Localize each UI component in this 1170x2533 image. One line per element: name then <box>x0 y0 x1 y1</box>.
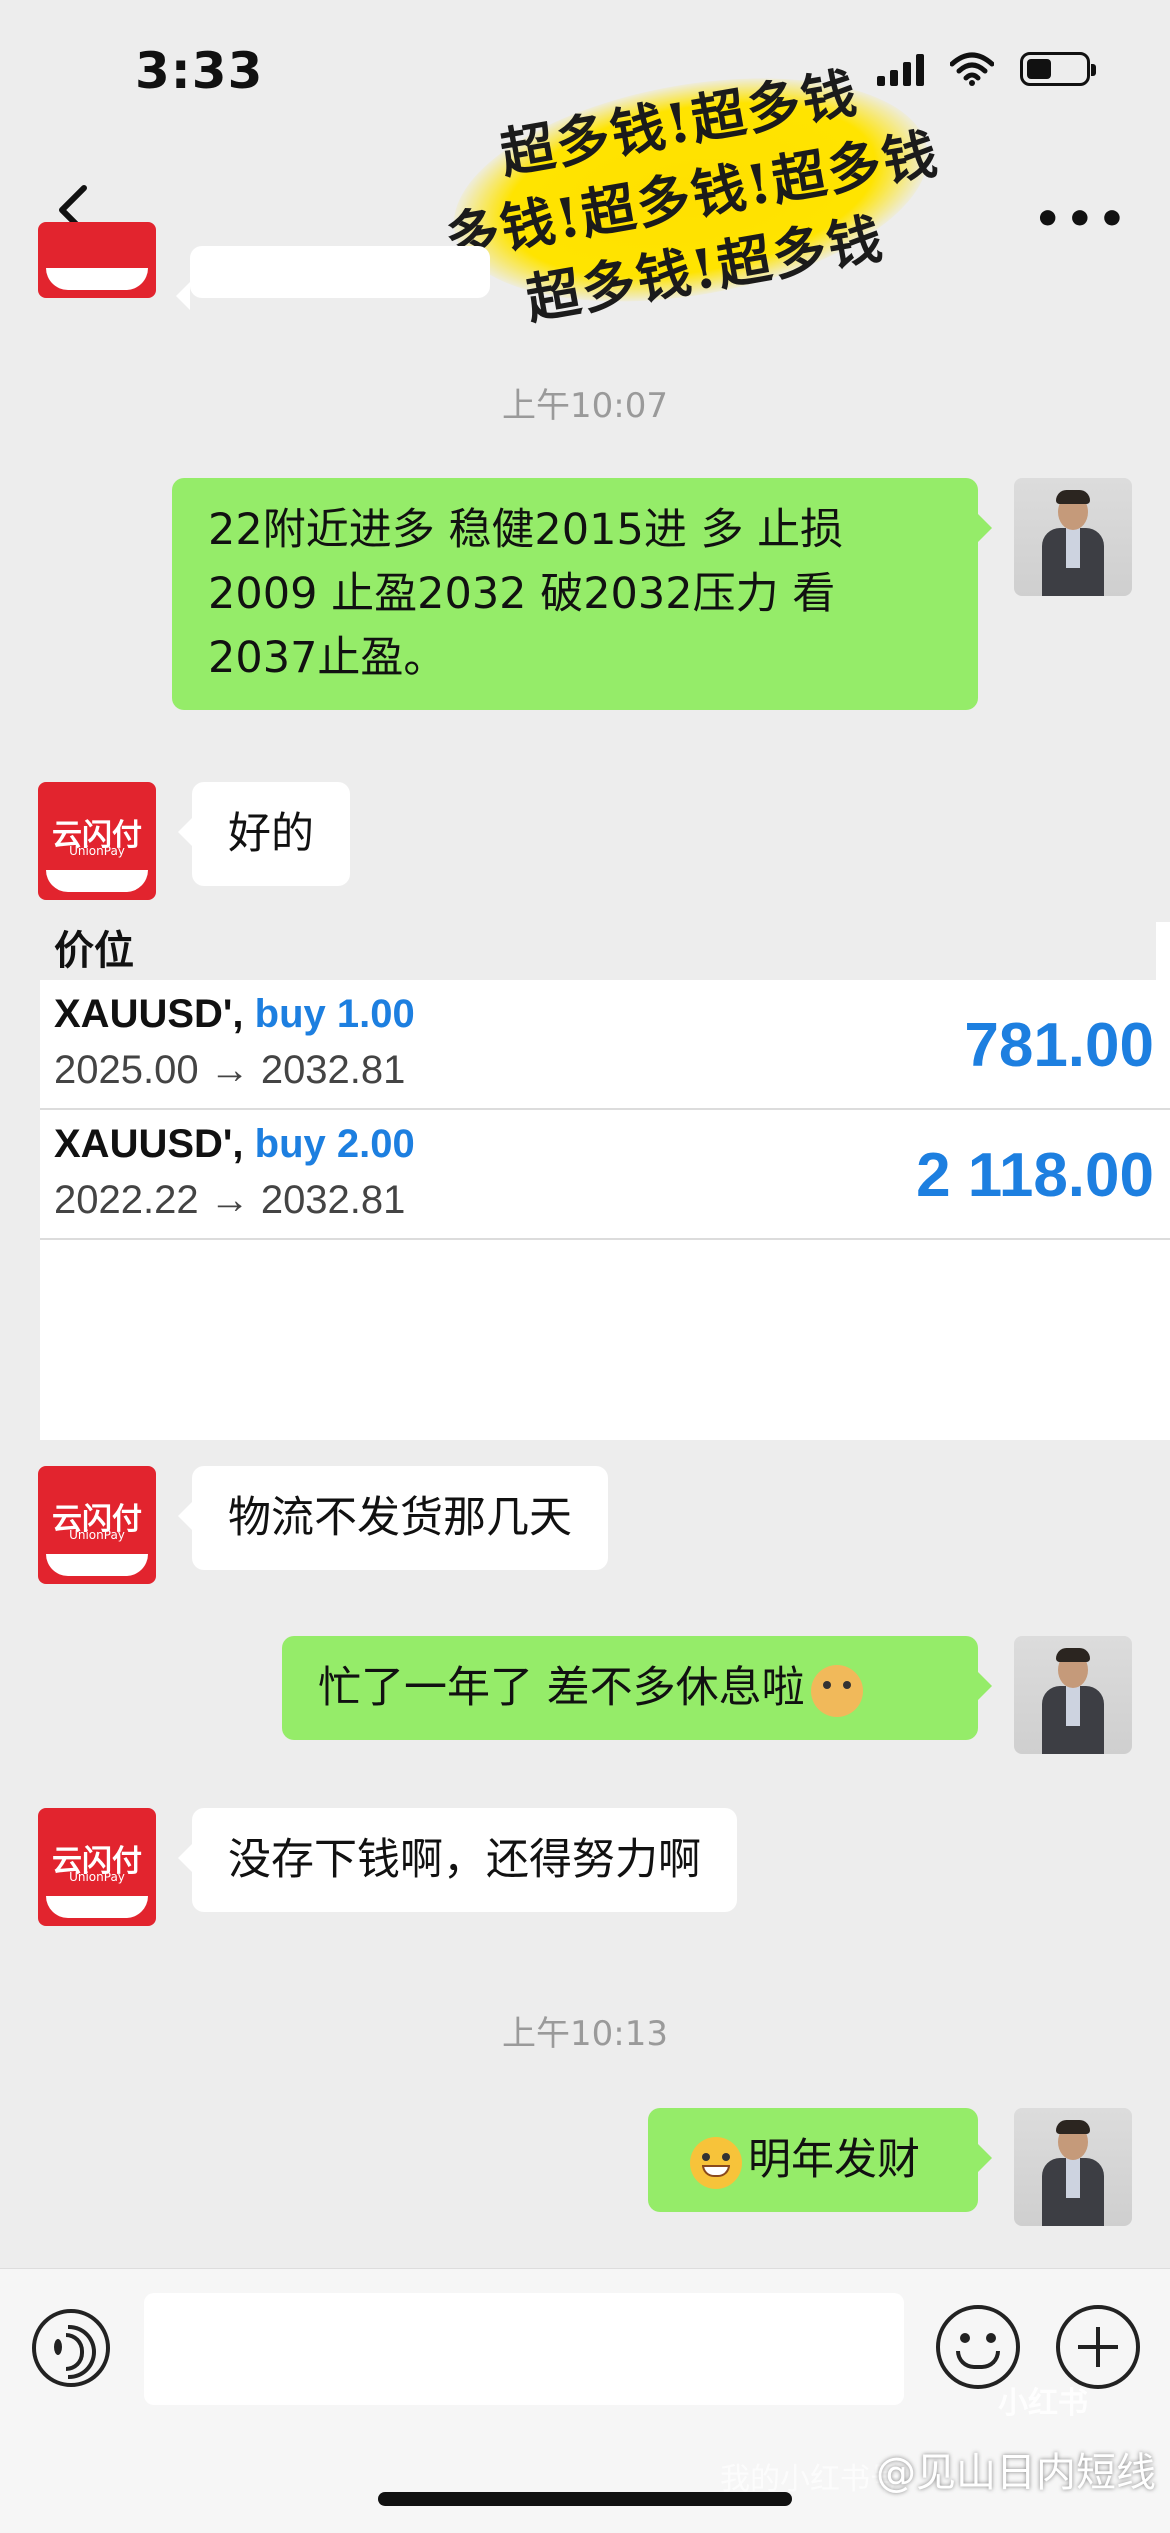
avatar-brand-sub: UnionPay <box>69 1528 125 1542</box>
trade-symbol: XAUUSD', <box>54 1122 244 1166</box>
doge-emoji-icon <box>810 1664 863 1717</box>
contact-avatar[interactable]: 云闪付 UnionPay <box>38 1808 156 1926</box>
message-bubble-outgoing[interactable]: 明年发财 <box>648 2108 992 2212</box>
trade-profit: 781.00 <box>964 1011 1154 1080</box>
trade-prices: 2022.22 → 2032.81 <box>54 1178 406 1222</box>
timestamp: 上午10:13 <box>502 2014 668 2054</box>
message-bubble-incoming[interactable]: 物流不发货那几天 <box>178 1466 608 1570</box>
message-bubble-incoming[interactable] <box>176 246 490 310</box>
my-avatar[interactable] <box>1014 478 1132 596</box>
xiaohongshu-logo: 小红书 <box>998 2386 1088 2421</box>
contact-avatar[interactable] <box>38 222 156 298</box>
timestamp: 上午10:07 <box>502 386 668 426</box>
grin-emoji-icon <box>690 2136 742 2189</box>
more-actions-plus-icon[interactable] <box>1056 2305 1140 2389</box>
message-text: 忙了一年了 差不多休息啦 <box>318 1663 805 1713</box>
watermark-handle: @见山日内短线 <box>876 2450 1156 2496</box>
trade-symbol-line: XAUUSD', buy 2.00 <box>54 1122 415 1167</box>
my-avatar[interactable] <box>1014 2108 1132 2226</box>
home-indicator[interactable] <box>378 2492 792 2506</box>
trade-profit: 2 118.00 <box>916 1141 1154 1210</box>
message-text: 明年发财 <box>748 2135 920 2185</box>
trade-screenshot-image[interactable]: 价位 XAUUSD', buy 1.00 2025.00 → 2032.81 7… <box>40 922 1170 1440</box>
trade-side: buy 2.00 <box>254 1122 415 1166</box>
status-time: 3:33 <box>135 42 264 100</box>
emoji-picker-icon[interactable] <box>936 2305 1020 2389</box>
message-bubble-outgoing[interactable]: 22附近进多 稳健2015进 多 止损2009 止盈2032 破2032压力 看… <box>172 478 992 710</box>
avatar-brand-sub: UnionPay <box>69 844 125 858</box>
more-options-icon[interactable]: ••• <box>1034 194 1130 245</box>
trade-prices: 2025.00 → 2032.81 <box>54 1048 406 1092</box>
trade-side: buy 1.00 <box>254 992 415 1036</box>
trade-row: XAUUSD', buy 1.00 2025.00 → 2032.81 781.… <box>40 980 1170 1110</box>
battery-icon <box>1020 52 1096 86</box>
my-avatar[interactable] <box>1014 1636 1132 1754</box>
trade-row: XAUUSD', buy 2.00 2022.22 → 2032.81 2 11… <box>40 1110 1170 1240</box>
wifi-icon <box>950 52 994 86</box>
message-bubble-outgoing[interactable]: 忙了一年了 差不多休息啦 <box>282 1636 992 1740</box>
trade-symbol: XAUUSD', <box>54 992 244 1036</box>
message-bubble-incoming[interactable]: 好的 <box>178 782 350 886</box>
trade-title: 价位 <box>40 922 1156 980</box>
contact-avatar[interactable]: 云闪付 UnionPay <box>38 1466 156 1584</box>
trade-symbol-line: XAUUSD', buy 1.00 <box>54 992 415 1037</box>
message-input[interactable] <box>144 2293 904 2405</box>
avatar-brand-sub: UnionPay <box>69 1870 125 1884</box>
contact-avatar[interactable]: 云闪付 UnionPay <box>38 782 156 900</box>
voice-input-icon[interactable] <box>32 2309 110 2387</box>
message-bubble-incoming[interactable]: 没存下钱啊，还得努力啊 <box>178 1808 737 1912</box>
